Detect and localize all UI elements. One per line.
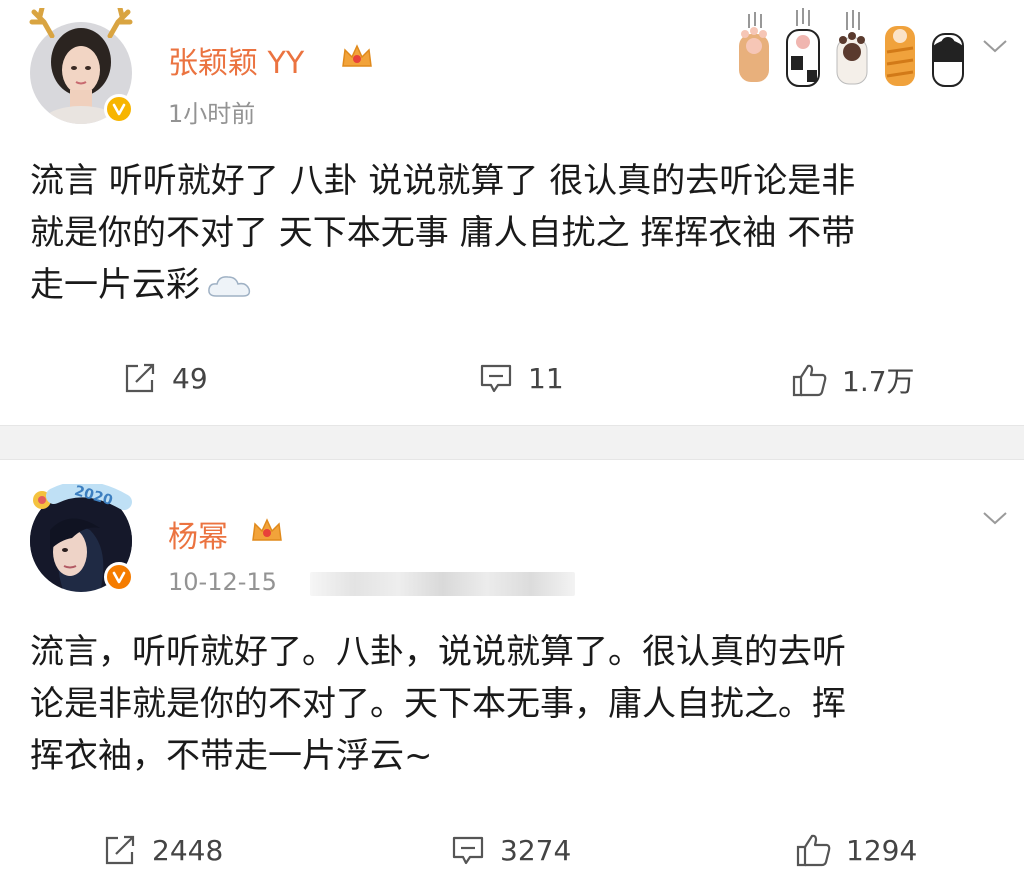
comment-count: 11 — [528, 361, 564, 395]
like-count: 1294 — [846, 833, 918, 867]
post-content: 流言 听听就好了 八卦 说说就算了 很认真的去听论是非 就是你的不对了 天下本无… — [30, 155, 1000, 311]
author-avatar[interactable]: 2020 — [30, 483, 134, 592]
weibo-post-1: 张颖颖 YY 1小时前 流言 听听就好了 八卦 说说就算了 很认真的去听论是非 … — [0, 0, 1024, 425]
like-button[interactable]: 1.7万 — [790, 360, 915, 400]
share-icon — [125, 363, 155, 393]
thumbs-up-icon — [792, 364, 827, 397]
repost-count: 49 — [172, 361, 208, 395]
thumbs-up-icon — [796, 834, 831, 867]
antler-left-icon — [29, 8, 55, 38]
repost-count: 2448 — [152, 833, 224, 867]
comment-button[interactable]: 3274 — [450, 832, 571, 868]
post-divider — [0, 425, 1024, 460]
chevron-down-icon[interactable] — [982, 38, 1008, 54]
paw-decoration-icon — [739, 8, 964, 87]
author-avatar[interactable] — [29, 8, 134, 124]
content-line: 流言 听听就好了 八卦 说说就算了 很认真的去听论是非 — [30, 161, 856, 201]
cloud-emoji-icon — [208, 276, 251, 297]
content-line-text: 走一片云彩 — [30, 265, 200, 305]
blurred-source-text — [310, 572, 575, 596]
comment-icon — [480, 364, 512, 393]
chevron-down-icon[interactable] — [982, 510, 1008, 526]
comment-button[interactable]: 11 — [478, 360, 564, 396]
like-count: 1.7万 — [842, 365, 915, 398]
comment-icon — [452, 836, 484, 865]
content-line: 流言，听听就好了。八卦，说说就算了。很认真的去听 — [30, 632, 846, 672]
weibo-post-2: 2020 杨幂 10-12-15 流言，听听就好了。八卦，说说就算了。很认真的去… — [0, 460, 1024, 885]
content-line: 就是你的不对了 天下本无事 庸人自扰之 挥挥衣袖 不带 — [30, 213, 856, 253]
like-button[interactable]: 1294 — [794, 832, 917, 868]
comment-count: 3274 — [500, 833, 572, 867]
content-line-last: 走一片云彩 — [30, 259, 1000, 311]
verified-badge-icon — [104, 94, 134, 124]
post-timestamp: 10-12-15 — [168, 568, 277, 596]
repost-button[interactable]: 2448 — [102, 832, 223, 868]
antler-right-icon — [107, 8, 133, 38]
post-timestamp: 1小时前 — [168, 100, 256, 128]
author-name[interactable]: 张颖颖 YY — [168, 38, 304, 82]
verified-badge-icon — [104, 562, 134, 592]
post-content: 流言，听听就好了。八卦，说说就算了。很认真的去听 论是非就是你的不对了。天下本无… — [30, 626, 1000, 782]
content-line: 挥衣袖，不带走一片浮云~ — [30, 736, 433, 776]
repost-button[interactable]: 49 — [122, 360, 208, 396]
crown-icon — [252, 518, 282, 541]
share-icon — [105, 835, 135, 865]
crown-icon — [342, 44, 372, 67]
content-line: 论是非就是你的不对了。天下本无事，庸人自扰之。挥 — [30, 684, 846, 724]
author-name[interactable]: 杨幂 — [168, 512, 228, 556]
